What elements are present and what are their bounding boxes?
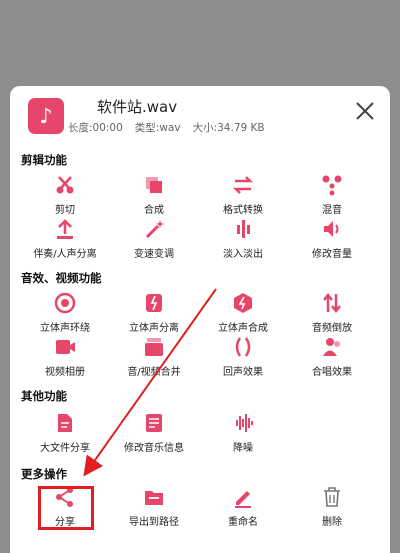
upload-separate-icon [57,219,73,239]
section-title-more: 更多操作 [21,467,67,481]
menu-item-stereo-merge[interactable]: 立体声合成 [193,292,293,334]
menu-item-stereo-surround[interactable]: 立体声环绕 [15,292,115,334]
menu-item-stereo-split[interactable]: 立体声分离 [104,292,204,334]
action-sheet: ♪ 软件站.wav 长度:00:00 类型:wav 大小:34.79 KB 剪辑… [10,86,390,553]
menu-item-denoise[interactable]: 降噪 [193,412,293,454]
section-title-edit: 剪辑功能 [21,153,67,167]
chorus-people-icon [323,338,340,356]
close-icon[interactable] [352,98,378,124]
menu-item-rename[interactable]: 重命名 [193,486,293,528]
music-note-icon: ♪ [28,98,64,134]
reverse-icon [323,292,341,314]
file-share-icon [58,414,72,432]
menu-item-volume[interactable]: 修改音量 [282,218,382,260]
magic-wand-icon [145,220,164,239]
echo-parentheses-icon [235,337,251,357]
menu-item-delete[interactable]: 删除 [282,486,382,528]
menu-item-av-merge[interactable]: 音/视频合并 [104,336,204,378]
scissors-icon [56,176,74,194]
menu-item-edit-music-info[interactable]: 修改音乐信息 [104,412,204,454]
section-title-other: 其他功能 [21,389,67,403]
video-album-icon [56,340,75,354]
menu-item-merge[interactable]: 合成 [104,174,204,216]
menu-item-large-file-share[interactable]: 大文件分享 [15,412,115,454]
surround-icon [54,292,76,314]
rename-pen-icon [235,491,251,508]
menu-item-fade[interactable]: 淡入淡出 [193,218,293,260]
menu-item-mix[interactable]: 混音 [282,174,382,216]
stereo-merge-icon [234,293,252,313]
section-title-effects: 音效、视频功能 [21,271,102,285]
menu-item-speed-pitch[interactable]: 变速变调 [104,218,204,260]
file-duration: 长度:00:00 [68,122,123,134]
file-size: 大小:34.79 KB [192,122,265,134]
file-name: 软件站.wav [97,98,178,116]
menu-item-video-album[interactable]: 视频相册 [15,336,115,378]
convert-arrows-icon [232,176,254,194]
menu-item-chorus[interactable]: 合唱效果 [282,336,382,378]
highlight-box-share [38,486,94,530]
menu-item-vocal-separate[interactable]: 伴奏/人声分离 [15,218,115,260]
fade-bars-icon [237,220,250,238]
file-type: 类型:wav [134,122,181,134]
menu-item-export-path[interactable]: 导出到路径 [104,486,204,528]
menu-item-reverse[interactable]: 音频倒放 [282,292,382,334]
folder-export-icon [145,491,163,505]
menu-item-format-convert[interactable]: 格式转换 [193,174,293,216]
mix-dots-icon [322,175,342,196]
edit-info-icon [146,414,162,432]
menu-item-echo[interactable]: 回声效果 [193,336,293,378]
denoise-wave-icon [236,414,253,432]
stereo-split-icon [146,294,162,312]
trash-icon [324,487,340,507]
file-meta: 长度:00:00 类型:wav 大小:34.79 KB [68,120,277,135]
av-merge-icon [145,338,163,356]
merge-icon [146,177,162,193]
volume-icon [324,221,339,237]
menu-item-cut[interactable]: 剪切 [15,174,115,216]
